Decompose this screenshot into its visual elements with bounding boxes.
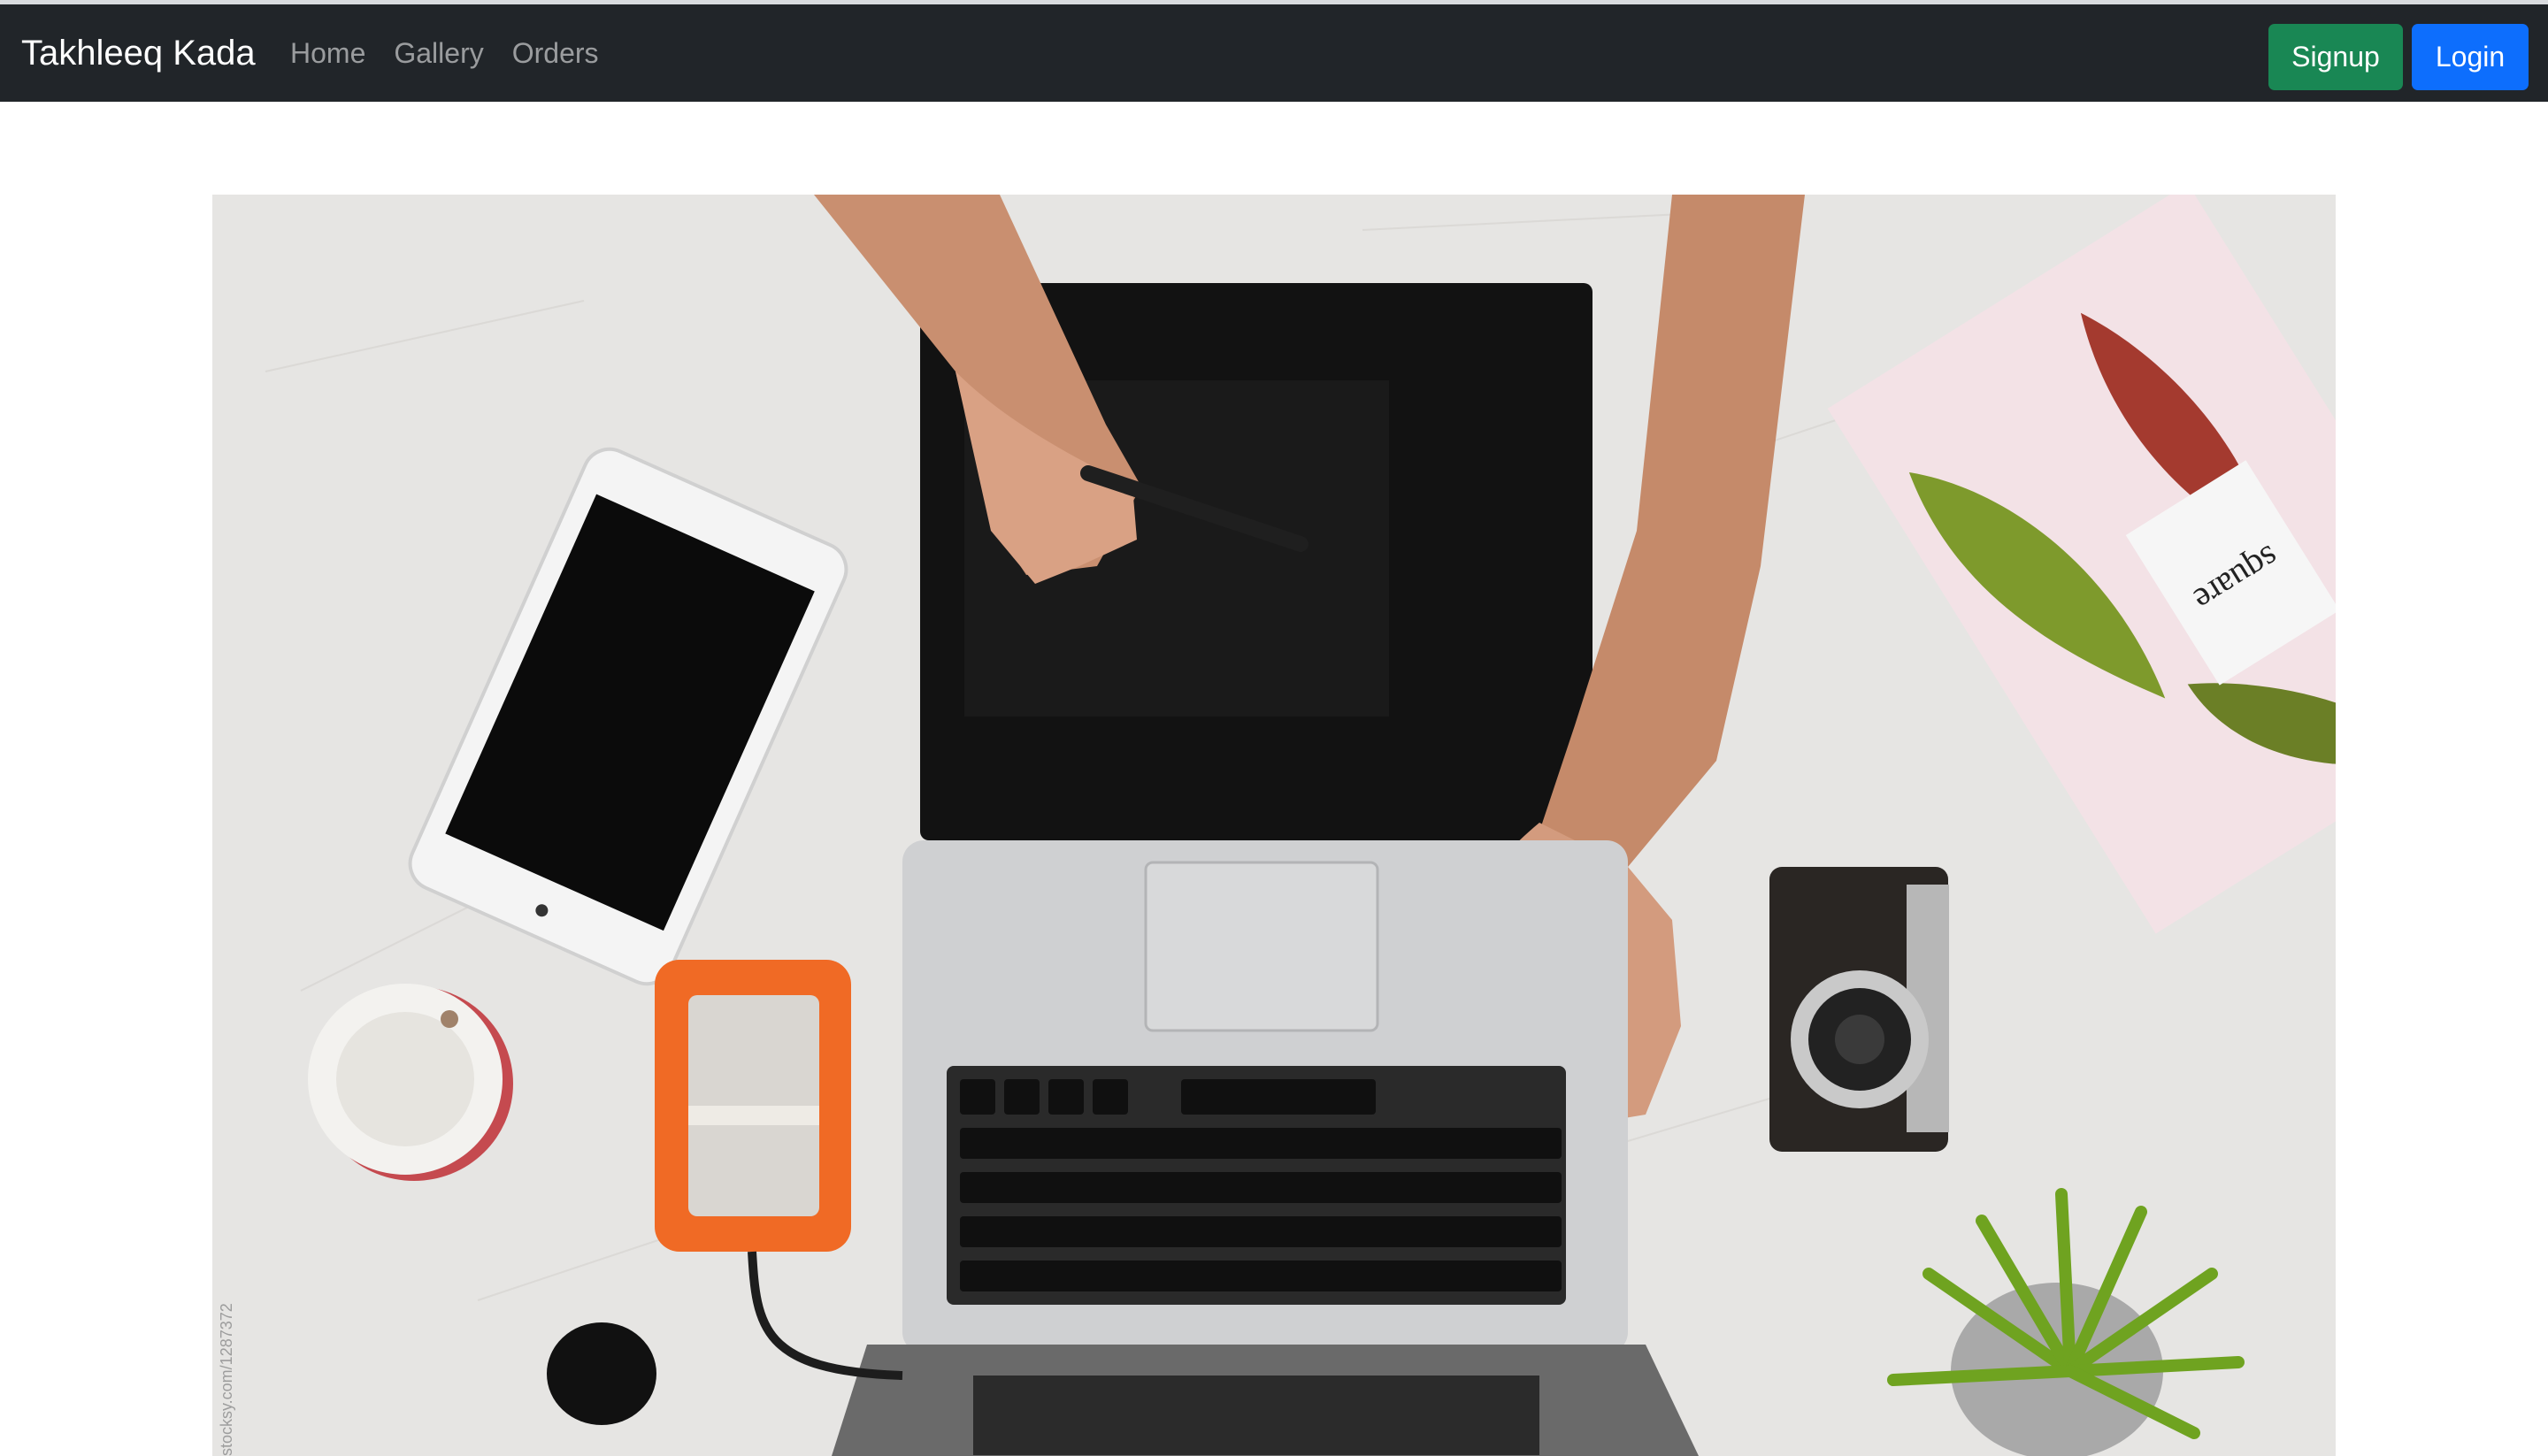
nav-link-home[interactable]: Home bbox=[290, 29, 380, 78]
camera bbox=[1769, 867, 1949, 1152]
signup-button[interactable]: Signup bbox=[2268, 24, 2403, 90]
lens-cap bbox=[547, 1322, 656, 1425]
image-watermark: stocksy.com/1287372 bbox=[218, 1303, 235, 1456]
laptop bbox=[832, 840, 1699, 1456]
nav-links: Home Gallery Orders bbox=[290, 29, 613, 78]
top-navbar: Takhleeq Kada Home Gallery Orders Signup… bbox=[0, 0, 2548, 102]
login-button[interactable]: Login bbox=[2412, 24, 2529, 90]
nav-link-orders[interactable]: Orders bbox=[498, 29, 613, 78]
hero-image: square stocksy.com/1287372 bbox=[212, 195, 2336, 1456]
brand-logo[interactable]: Takhleeq Kada bbox=[21, 29, 256, 78]
nav-link-gallery[interactable]: Gallery bbox=[380, 29, 497, 78]
